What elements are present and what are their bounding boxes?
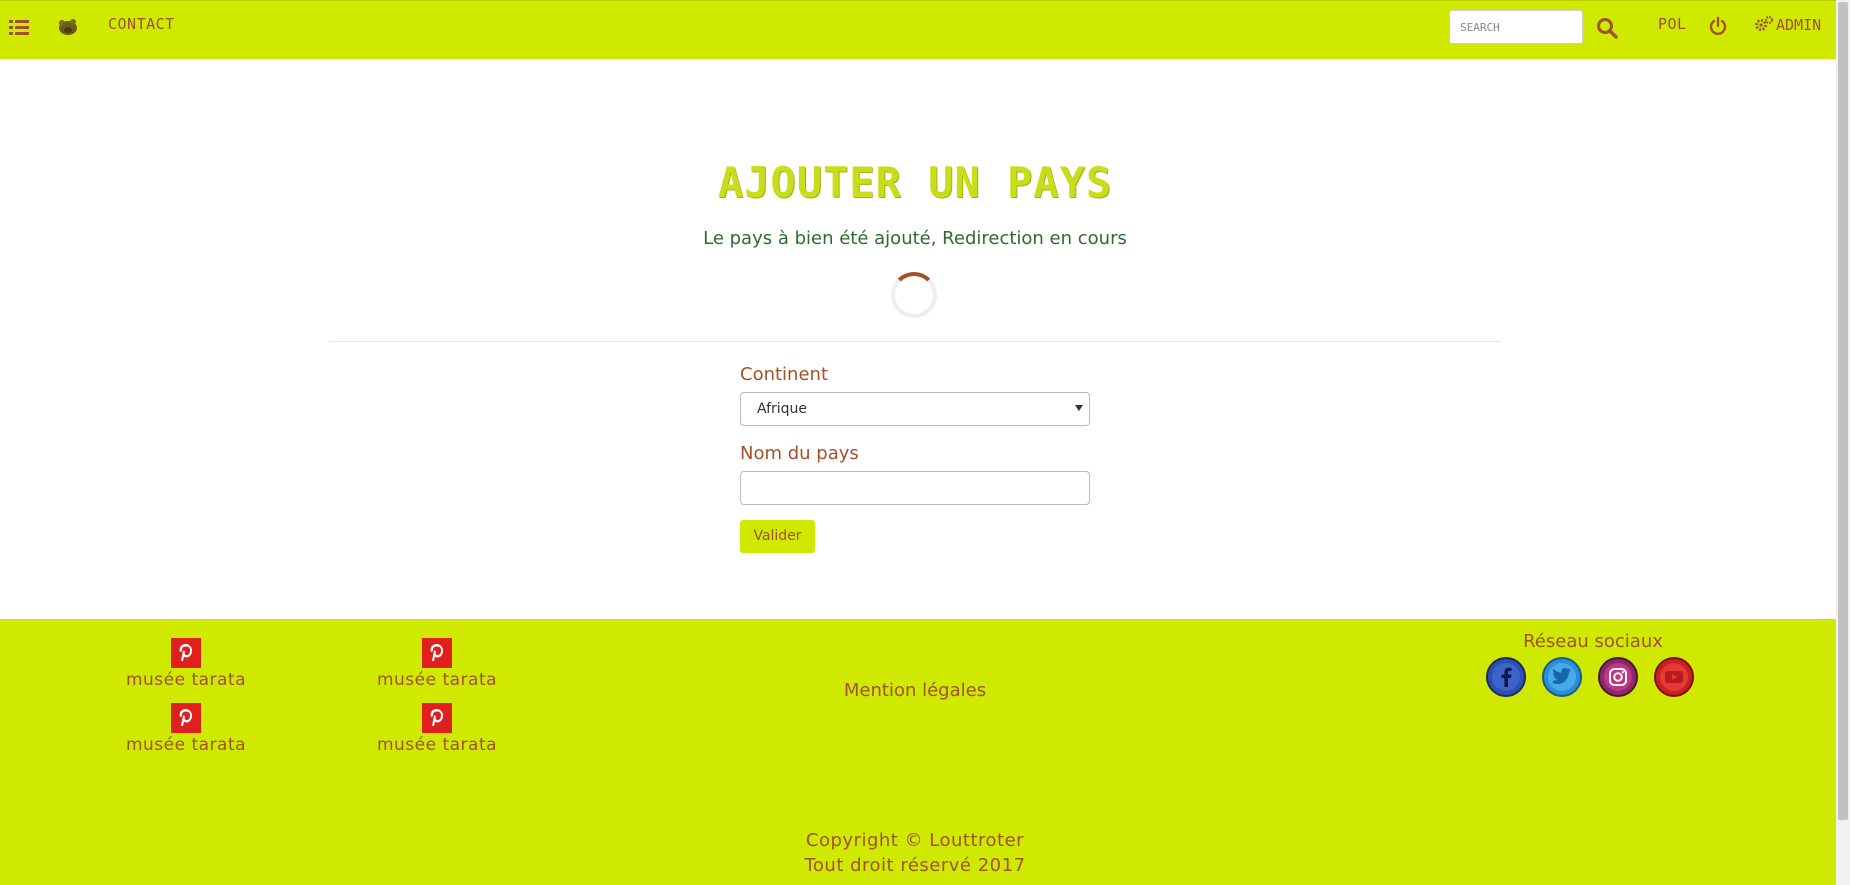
page-title: Ajouter un pays [717, 158, 1113, 207]
admin-link[interactable]: Admin [1754, 15, 1821, 34]
country-name-label: Nom du pays [740, 443, 859, 464]
search-icon[interactable] [1596, 17, 1618, 39]
continent-select[interactable]: Afrique [740, 392, 1090, 426]
continent-selected-value: Afrique [757, 401, 808, 417]
pinterest-icon [171, 703, 201, 733]
facebook-icon[interactable] [1486, 657, 1526, 697]
chevron-down-icon [1075, 405, 1083, 411]
scrollbar-thumb[interactable] [1838, 2, 1848, 820]
submit-button[interactable]: Valider [740, 520, 815, 553]
animal-logo-icon[interactable] [57, 17, 79, 37]
instagram-icon[interactable] [1598, 657, 1638, 697]
list-icon[interactable] [9, 20, 29, 36]
loading-spinner [891, 272, 937, 318]
partner-label: musée tarata [125, 735, 247, 755]
power-icon[interactable] [1708, 16, 1728, 36]
partner-label: musée tarata [376, 735, 498, 755]
pinterest-icon [171, 638, 201, 668]
pinterest-icon [422, 638, 452, 668]
social-title: Réseau sociaux [1523, 631, 1663, 652]
nav-contact-link[interactable]: Contact [108, 15, 175, 33]
rights-text: Tout droit réservé 2017 [804, 855, 1026, 876]
language-link[interactable]: POL [1658, 15, 1687, 33]
admin-label: Admin [1776, 16, 1822, 34]
continent-label: Continent [740, 364, 828, 385]
search-input[interactable] [1449, 10, 1583, 44]
divider [330, 341, 1501, 342]
partner-link[interactable]: musée tarata [347, 703, 527, 755]
copyright-text: Copyright © Louttroter [805, 830, 1025, 851]
twitter-icon[interactable] [1542, 657, 1582, 697]
country-name-input[interactable] [740, 471, 1090, 505]
top-navbar: Contact POL Admin [0, 0, 1836, 59]
pinterest-icon [422, 703, 452, 733]
gears-icon [1755, 15, 1774, 31]
partner-link[interactable]: musée tarata [96, 703, 276, 755]
youtube-icon[interactable] [1654, 657, 1694, 697]
page-scrollbar[interactable] [1836, 0, 1850, 885]
success-message: Le pays à bien été ajouté, Redirection e… [703, 228, 1127, 249]
